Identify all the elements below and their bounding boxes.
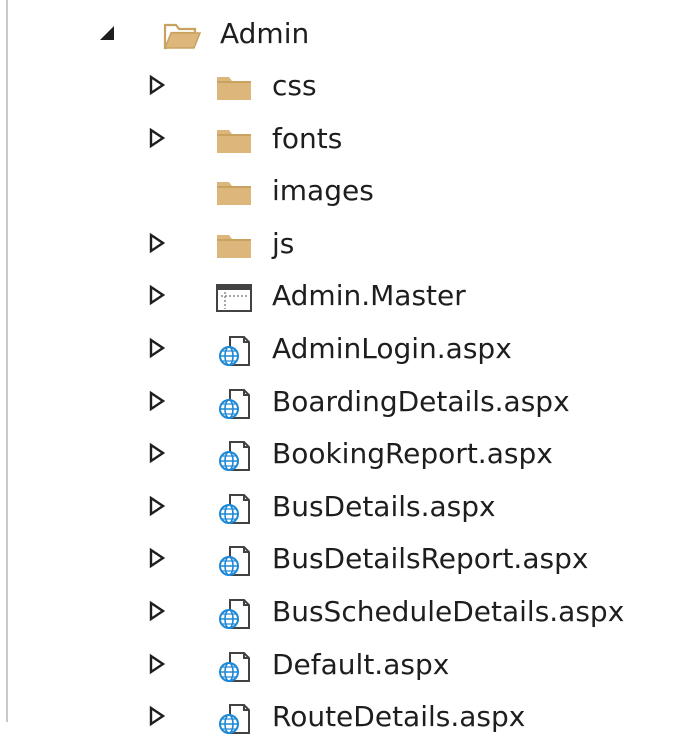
collapsed-arrow-icon[interactable] [146, 337, 168, 359]
tree-node-label: BusDetailsReport.aspx [272, 542, 589, 576]
folder-icon [217, 129, 251, 153]
tree-node-label: images [272, 174, 374, 208]
folder-open-icon [163, 23, 202, 50]
collapsed-arrow-icon[interactable] [146, 653, 168, 675]
folder-icon [217, 182, 251, 206]
tree-node-label: Default.aspx [272, 647, 450, 681]
aspx-file-icon [219, 599, 250, 629]
collapsed-arrow-icon[interactable] [146, 442, 168, 464]
tree-node-label: Admin.Master [272, 279, 466, 313]
tree-node-label: RouteDetails.aspx [272, 700, 526, 734]
tree-node-label: BookingReport.aspx [272, 437, 553, 471]
tree-node-css[interactable]: css [0, 62, 687, 110]
tree-node-label: Admin [220, 17, 310, 50]
tree-node-label: BusScheduleDetails.aspx [272, 595, 625, 628]
tree-node-js[interactable]: js [0, 220, 687, 268]
tree-node-admin[interactable]: Admin [0, 10, 687, 58]
solution-explorer-tree: Admin css fonts images js Admin.Master A… [0, 0, 687, 735]
tree-node-label: AdminLogin.aspx [272, 332, 512, 365]
tree-node-default-aspx[interactable]: Default.aspx [0, 641, 687, 689]
collapsed-arrow-icon[interactable] [146, 495, 168, 517]
folder-icon [217, 234, 251, 258]
collapsed-arrow-icon[interactable] [146, 705, 168, 727]
tree-node-adminlogin-aspx[interactable]: AdminLogin.aspx [0, 325, 687, 373]
tree-node-admin-master[interactable]: Admin.Master [0, 272, 687, 320]
tree-node-label: BoardingDetails.aspx [272, 384, 570, 418]
aspx-file-icon [219, 493, 250, 524]
expanded-arrow-icon[interactable] [96, 22, 118, 44]
tree-node-label: fonts [272, 121, 343, 155]
collapsed-arrow-icon[interactable] [146, 127, 168, 149]
folder-icon [217, 77, 251, 100]
master-page-icon [216, 284, 252, 313]
aspx-file-icon [219, 704, 250, 735]
tree-node-busdetails-aspx[interactable]: BusDetails.aspx [0, 483, 687, 531]
aspx-file-icon [219, 388, 250, 419]
tree-node-label: js [272, 226, 295, 260]
tree-node-routedetails-aspx[interactable]: RouteDetails.aspx [0, 693, 687, 741]
aspx-file-icon [219, 336, 250, 366]
collapsed-arrow-icon[interactable] [146, 74, 168, 96]
aspx-file-icon [219, 441, 250, 472]
tree-node-images[interactable]: images [0, 167, 687, 215]
collapsed-arrow-icon[interactable] [146, 284, 168, 306]
collapsed-arrow-icon[interactable] [146, 390, 168, 412]
tree-node-boardingdetails-aspx[interactable]: BoardingDetails.aspx [0, 378, 687, 426]
tree-node-bookingreport-aspx[interactable]: BookingReport.aspx [0, 430, 687, 478]
tree-node-fonts[interactable]: fonts [0, 115, 687, 163]
tree-node-label: css [272, 69, 317, 102]
collapsed-arrow-icon[interactable] [146, 547, 168, 569]
collapsed-arrow-icon[interactable] [146, 232, 168, 254]
tree-node-busdetailsreport-aspx[interactable]: BusDetailsReport.aspx [0, 535, 687, 583]
collapsed-arrow-icon[interactable] [146, 600, 168, 622]
tree-node-label: BusDetails.aspx [272, 489, 496, 523]
tree-node-busscheduledetails-aspx[interactable]: BusScheduleDetails.aspx [0, 588, 687, 636]
aspx-file-icon [219, 546, 250, 577]
aspx-file-icon [219, 651, 250, 682]
